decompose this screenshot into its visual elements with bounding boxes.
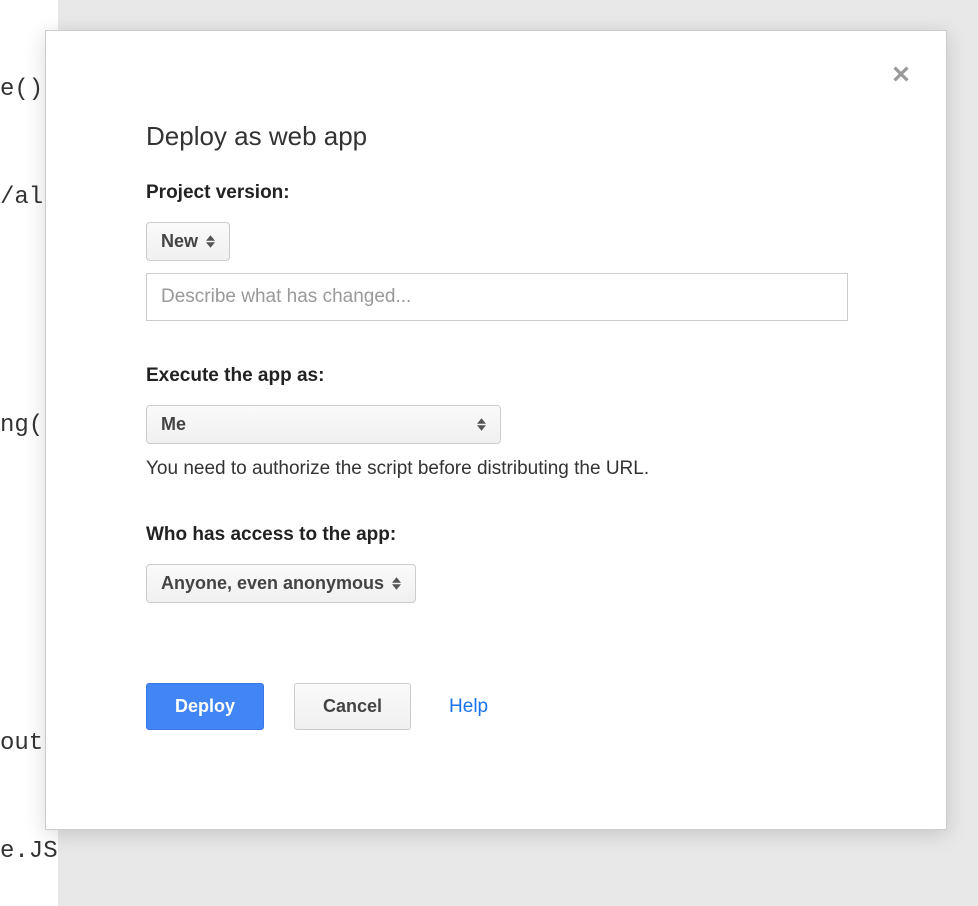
execute-as-label: Execute the app as: — [146, 365, 846, 387]
version-description-input[interactable] — [146, 273, 848, 321]
dropdown-arrows-icon — [477, 418, 486, 431]
access-section: Who has access to the app: Anyone, even … — [146, 524, 846, 603]
button-row: Deploy Cancel Help — [146, 683, 846, 730]
dropdown-arrows-icon — [206, 235, 215, 248]
project-version-section: Project version: New — [146, 182, 846, 321]
project-version-value: New — [161, 231, 198, 252]
deploy-button[interactable]: Deploy — [146, 683, 264, 730]
execute-as-value: Me — [161, 414, 186, 435]
code-line: e.JS — [0, 834, 58, 870]
close-icon — [890, 63, 912, 90]
execute-as-dropdown[interactable]: Me — [146, 405, 501, 444]
help-link[interactable]: Help — [449, 696, 488, 718]
deploy-dialog: Deploy as web app Project version: New E… — [45, 30, 947, 830]
access-label: Who has access to the app: — [146, 524, 846, 546]
dropdown-arrows-icon — [392, 577, 401, 590]
dialog-title: Deploy as web app — [146, 121, 846, 152]
access-value: Anyone, even anonymous — [161, 573, 384, 594]
close-button[interactable] — [886, 61, 916, 91]
project-version-dropdown[interactable]: New — [146, 222, 230, 261]
cancel-button[interactable]: Cancel — [294, 683, 411, 730]
access-dropdown[interactable]: Anyone, even anonymous — [146, 564, 416, 603]
project-version-label: Project version: — [146, 182, 846, 204]
execute-as-helper: You need to authorize the script before … — [146, 458, 846, 480]
execute-as-section: Execute the app as: Me You need to autho… — [146, 365, 846, 480]
